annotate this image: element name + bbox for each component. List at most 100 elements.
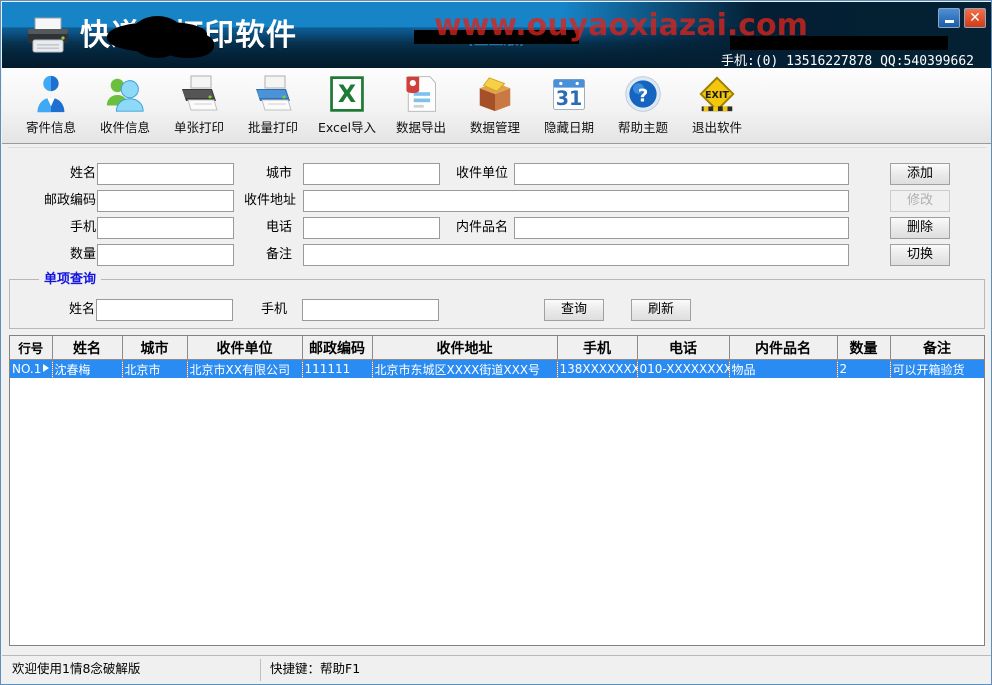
postcode-input[interactable] [97, 190, 234, 212]
toolbar-item-hide-date[interactable]: 31 隐藏日期 [532, 68, 606, 140]
col-company[interactable]: 收件单位 [187, 336, 303, 360]
label-company: 收件单位 [455, 166, 508, 181]
contact-redaction-mark [730, 36, 948, 50]
records-table: 行号 姓名 城市 收件单位 邮政编码 收件地址 手机 电话 内件品名 数量 备注… [10, 336, 984, 378]
col-remark[interactable]: 备注 [890, 336, 984, 360]
col-name[interactable]: 姓名 [52, 336, 123, 360]
contact-info: 手机:(0) 13516227878 QQ:540399662 [721, 54, 974, 68]
table-header-row: 行号 姓名 城市 收件单位 邮政编码 收件地址 手机 电话 内件品名 数量 备注 [10, 336, 984, 360]
toolbar-item-data-management[interactable]: 数据管理 [458, 68, 532, 140]
cell-mobile[interactable]: 138XXXXXXXX1 [557, 359, 638, 378]
delete-button[interactable]: 删除 [890, 217, 950, 239]
name-input[interactable] [97, 163, 234, 185]
switch-button[interactable]: 切换 [890, 244, 950, 266]
title-redaction-mark-3 [162, 32, 214, 58]
cell-goods[interactable]: 物品 [729, 359, 838, 378]
toolbar-item-label: 隐藏日期 [543, 120, 594, 135]
cell-tel[interactable]: 010-XXXXXXXXX [637, 359, 730, 378]
toolbar-item-label: 退出软件 [691, 120, 742, 135]
current-row-arrow-icon [42, 364, 49, 372]
cell-name[interactable]: 沈春梅 [52, 359, 123, 378]
cell-city[interactable]: 北京市 [122, 359, 188, 378]
company-input[interactable] [514, 163, 849, 185]
table-row[interactable]: NO.1 沈春梅 北京市 北京市XX有限公司 111111 北京市东城区XXXX… [10, 359, 984, 378]
query-mobile-input[interactable] [302, 299, 439, 321]
printer-logo-icon [28, 17, 68, 53]
query-label-mobile: 手机 [260, 302, 287, 317]
sender-person-icon [29, 72, 73, 116]
excel-import-icon: X [325, 72, 369, 116]
toolbar-item-label: 单张打印 [173, 120, 224, 135]
toolbar-item-help-topics[interactable]: ? 帮助主题 [606, 68, 680, 140]
cell-postcode[interactable]: 111111 [302, 359, 373, 378]
cell-address[interactable]: 北京市东城区XXXX街道XXX号 [372, 359, 558, 378]
col-mobile[interactable]: 手机 [557, 336, 638, 360]
calendar-31-icon: 31 [547, 72, 591, 116]
col-rowno[interactable]: 行号 [10, 336, 53, 360]
window-controls: ✕ [938, 8, 986, 28]
cell-remark[interactable]: 可以开箱验货 [890, 359, 984, 378]
col-address[interactable]: 收件地址 [372, 336, 558, 360]
refresh-button[interactable]: 刷新 [631, 299, 691, 321]
records-datagrid[interactable]: 行号 姓名 城市 收件单位 邮政编码 收件地址 手机 电话 内件品名 数量 备注… [9, 335, 985, 646]
cell-qty[interactable]: 2 [837, 359, 891, 378]
col-qty[interactable]: 数量 [837, 336, 891, 360]
col-city[interactable]: 城市 [122, 336, 188, 360]
svg-text:X: X [338, 80, 356, 108]
label-postcode: 邮政编码 [43, 193, 96, 208]
toolbar-item-batch-print[interactable]: 批量打印 [236, 68, 310, 140]
label-remark: 备注 [265, 247, 292, 262]
minimize-button[interactable] [938, 8, 960, 28]
qty-input[interactable] [97, 244, 234, 266]
toolbar-item-label: 数据管理 [469, 120, 520, 135]
label-tel: 电话 [265, 220, 292, 235]
package-box-icon [473, 72, 517, 116]
data-export-icon [399, 72, 443, 116]
toolbar-item-excel-import[interactable]: X Excel导入 [310, 68, 384, 140]
label-name: 姓名 [69, 166, 96, 181]
toolbar-item-label: Excel导入 [317, 120, 377, 135]
toolbar-item-sender-info[interactable]: 寄件信息 [14, 68, 88, 140]
svg-text:?: ? [638, 85, 649, 106]
toolbar-item-label: 批量打印 [247, 120, 298, 135]
add-button[interactable]: 添加 [890, 163, 950, 185]
mobile-input[interactable] [97, 217, 234, 239]
toolbar-item-exit[interactable]: EXIT 退出软件 [680, 68, 754, 140]
printer-batch-icon [251, 72, 295, 116]
title-banner: 快递单打印软件 V9.6K(全业版) www.ouyaoxiazai.com 手… [2, 2, 991, 68]
status-left-text: 欢迎使用1情8念破解版 [12, 661, 141, 676]
toolbar-item-label: 帮助主题 [617, 120, 668, 135]
col-goods[interactable]: 内件品名 [729, 336, 838, 360]
goods-input[interactable] [514, 217, 849, 239]
svg-text:EXIT: EXIT [705, 90, 729, 101]
city-input[interactable] [303, 163, 440, 185]
label-mobile: 手机 [69, 220, 96, 235]
query-groupbox-legend: 单项查询 [39, 273, 102, 287]
main-toolbar: 寄件信息 收件信息 单张打印 批量打印 X Excel导入 数据导出 数据管理 … [2, 68, 991, 144]
label-qty: 数量 [69, 247, 96, 262]
toolbar-item-recipient-info[interactable]: 收件信息 [88, 68, 162, 140]
application-window: 快递单打印软件 V9.6K(全业版) www.ouyaoxiazai.com 手… [0, 0, 992, 685]
status-bar: 欢迎使用1情8念破解版 快捷键：帮助F1 [2, 655, 991, 683]
recipients-people-icon [103, 72, 147, 116]
label-address: 收件地址 [243, 193, 296, 208]
close-button[interactable]: ✕ [964, 8, 986, 28]
toolbar-item-data-export[interactable]: 数据导出 [384, 68, 458, 140]
label-city: 城市 [265, 166, 292, 181]
query-name-input[interactable] [96, 299, 233, 321]
svg-text:31: 31 [556, 87, 583, 110]
toolbar-item-label: 寄件信息 [25, 120, 76, 135]
toolbar-item-single-print[interactable]: 单张打印 [162, 68, 236, 140]
cell-company[interactable]: 北京市XX有限公司 [187, 359, 303, 378]
exit-sign-icon: EXIT [695, 72, 739, 116]
printer-single-icon [177, 72, 221, 116]
remark-input[interactable] [303, 244, 849, 266]
status-right-text: 快捷键：帮助F1 [270, 661, 361, 676]
col-postcode[interactable]: 邮政编码 [302, 336, 373, 360]
col-tel[interactable]: 电话 [637, 336, 730, 360]
address-input[interactable] [303, 190, 849, 212]
tel-input[interactable] [303, 217, 440, 239]
search-button[interactable]: 查询 [544, 299, 604, 321]
edit-button: 修改 [890, 190, 950, 212]
row-number-cell[interactable]: NO.1 [10, 359, 53, 378]
